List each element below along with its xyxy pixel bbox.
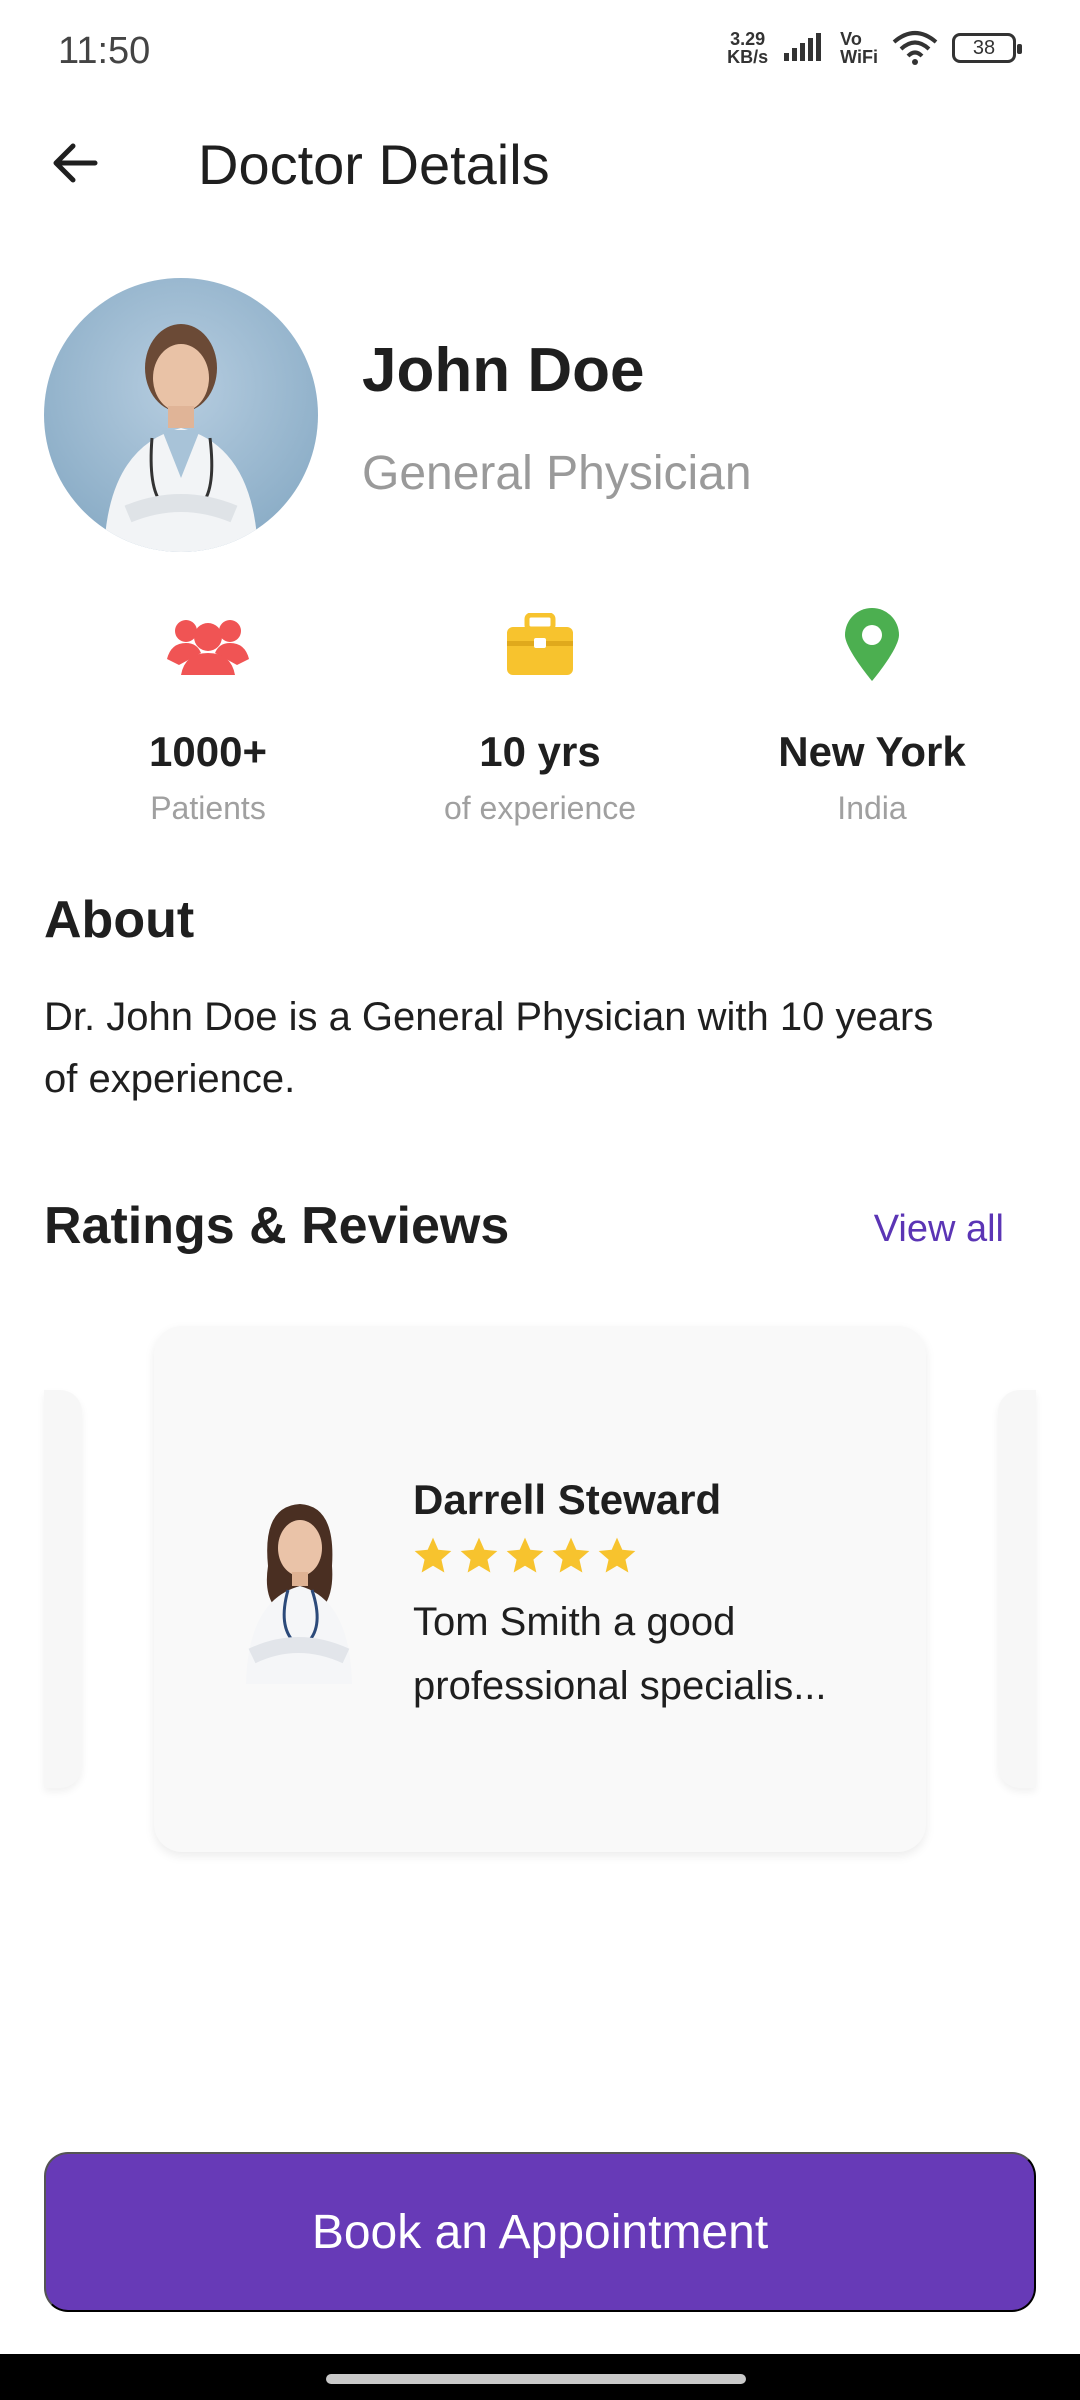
stat-label: of experience (443, 790, 637, 826)
reviewer-name: Darrell Steward (413, 1476, 722, 1523)
battery-icon: 38 (952, 33, 1022, 63)
back-button[interactable] (40, 128, 110, 198)
reviews-heading: Ratings & Reviews (44, 1197, 510, 1255)
doctor-name: John Doe (362, 336, 645, 405)
stat-patients: 1000+ Patients (58, 600, 358, 827)
view-all-link[interactable]: View all (874, 1208, 1004, 1251)
doctor-avatar (44, 278, 318, 552)
doctor-stats: 1000+ Patients 10 yrs of experience New … (0, 600, 1080, 830)
reviewer-photo (246, 1504, 352, 1684)
page-title: Doctor Details (198, 133, 550, 196)
stat-location: New York India (722, 600, 1022, 827)
people-icon (167, 620, 249, 675)
reviewer-avatar (238, 1496, 358, 1684)
doctor-specialty: General Physician (362, 447, 752, 500)
review-card-next[interactable] (998, 1390, 1036, 1788)
location-pin-icon (845, 608, 899, 681)
star-icon (414, 1537, 452, 1573)
stat-value: New York (778, 728, 966, 775)
status-icons: 3.29 KB/s Vo WiFi 38 (727, 29, 1022, 67)
status-time: 11:50 (58, 30, 151, 72)
star-rating (411, 1534, 639, 1578)
star-icon (552, 1537, 590, 1573)
briefcase-icon (507, 613, 573, 675)
wifi-icon (892, 31, 938, 65)
stat-label: India (837, 790, 907, 826)
doctor-photo (104, 324, 258, 552)
about-heading: About (44, 891, 195, 949)
signal-icon (784, 33, 822, 61)
vowifi-indicator: Vo WiFi (840, 29, 878, 67)
app-bar: Doctor Details (0, 110, 1080, 210)
stat-experience: 10 yrs of experience (390, 600, 690, 827)
arrow-left-icon (53, 143, 98, 183)
star-icon (460, 1537, 498, 1573)
star-icon (598, 1537, 636, 1573)
stat-value: 10 yrs (479, 728, 601, 775)
review-card-previous[interactable] (44, 1390, 82, 1788)
battery-level: 38 (972, 36, 996, 59)
stat-value: 1000+ (149, 728, 267, 775)
review-card[interactable]: Darrell Steward Tom Smith a good profess… (154, 1326, 926, 1852)
book-appointment-button[interactable]: Book an Appointment (44, 2152, 1036, 2312)
network-speed: 3.29 KB/s (727, 29, 769, 67)
star-icon (506, 1537, 544, 1573)
home-indicator[interactable] (326, 2374, 746, 2384)
review-text: Tom Smith a good professional specialis.… (413, 1600, 827, 1708)
status-bar: 11:50 3.29 KB/s Vo WiFi 38 (0, 0, 1080, 100)
stat-label: Patients (150, 790, 266, 826)
about-text: Dr. John Doe is a General Physician with… (44, 995, 934, 1101)
system-nav-bar (0, 2354, 1080, 2400)
